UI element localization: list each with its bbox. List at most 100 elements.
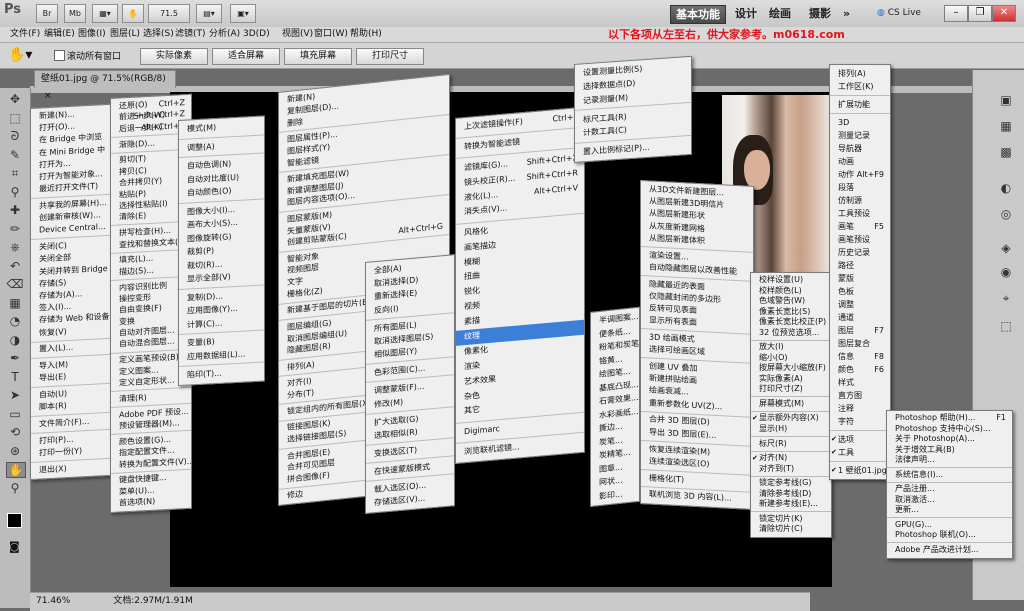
scroll-all-checkbox[interactable] [54,50,65,61]
marquee-icon[interactable]: ⬚ [6,111,24,125]
window-menu-item[interactable]: 信息 F8 [830,350,890,363]
view-menu-item[interactable]: 色域警告(W) [751,296,831,307]
view-menu-item[interactable]: 新建参考线(E)... [751,499,831,510]
window-menu-item[interactable]: 扩展功能 [830,98,890,111]
window-menu-item[interactable]: 画笔 F5 [830,220,890,233]
workspace-painting[interactable]: 绘画 [764,5,796,22]
stamp-icon[interactable]: ⎈ [6,240,24,254]
menu-file[interactable]: 文件(F) [6,27,44,42]
blur-icon[interactable]: ◔ [6,314,24,328]
window-menu-item[interactable]: 注释 [830,402,890,415]
window-menu-item[interactable]: 调整 [830,298,890,311]
workspace-design[interactable]: 设计 [730,5,762,22]
window-menu-item[interactable]: 路径 [830,259,890,272]
menu-3d[interactable]: 3D(D) [239,27,274,42]
paths-panel-icon[interactable]: ⌖ [998,290,1014,306]
print-size-button[interactable]: 打印尺寸 [356,48,424,65]
type-icon[interactable]: T [6,370,24,384]
3d-orbit-icon[interactable]: ⊛ [6,444,24,458]
bridge-button[interactable]: Br [36,4,58,23]
channels-panel-icon[interactable]: ◉ [998,264,1014,280]
adjustments-panel-icon[interactable]: ◐ [998,180,1014,196]
view-menu-item[interactable]: 校样设置(U) [751,275,831,286]
window-menu-item[interactable]: 3D [830,116,890,129]
arrange-documents-button[interactable]: ▤▾ [196,4,222,23]
view-menu-item[interactable]: 屏幕模式(M) [751,399,831,410]
3d-rotate-icon[interactable]: ⟲ [6,425,24,439]
more-workspaces-button[interactable]: » [838,5,855,22]
quick-mask-icon[interactable]: ◙ [9,540,20,553]
zoom-icon[interactable]: ⚲ [6,481,24,495]
hand-tool-preset-icon[interactable]: ✋▾ [8,47,32,63]
menu-edit[interactable]: 编辑(E) [40,27,79,42]
eraser-icon[interactable]: ⌫ [6,277,24,291]
lasso-icon[interactable]: ᘐ [6,129,24,143]
zoom-level-field[interactable]: 71.5 [148,4,190,23]
window-menu-item[interactable]: 画笔预设 [830,233,890,246]
help-menu-item[interactable]: 关于增效工具(B) [887,445,1012,456]
actual-pixels-button[interactable]: 实际像素 [140,48,208,65]
masks-panel-icon[interactable]: ◎ [998,206,1014,222]
view-menu-item[interactable]: 像素长宽比(S) [751,307,831,318]
window-menu-item[interactable]: 工作区(K) [830,80,890,93]
fill-screen-button[interactable]: 填充屏幕 [284,48,352,65]
close-button[interactable]: ✕ [992,5,1016,22]
image-menu-item[interactable]: 陷印(T)... [179,365,264,383]
help-menu-item[interactable]: Photoshop 帮助(H)... F1 [887,413,1012,424]
workspace-essentials[interactable]: 基本功能 [670,5,726,24]
file-menu-item[interactable]: 退出(X) [31,460,119,477]
help-menu-item[interactable]: 法律声明... [887,455,1012,466]
view-menu-item[interactable]: 放大(I) [751,342,831,353]
hand-tool-button[interactable]: ✋ [122,4,144,23]
move-icon[interactable]: ✥ [6,92,24,106]
window-menu-item[interactable]: 测量记录 [830,129,890,142]
window-menu-item[interactable]: 动画 [830,155,890,168]
swatches-panel-icon[interactable]: ▦ [998,118,1014,134]
crop-icon[interactable]: ⌗ [6,166,24,180]
minimize-button[interactable]: – [944,5,968,22]
fit-screen-button[interactable]: 适合屏幕 [212,48,280,65]
view-menu-item[interactable]: 打印尺寸(Z) [751,384,831,395]
window-menu-item[interactable]: 直方图 [830,389,890,402]
tab-close-icon[interactable]: × [44,91,52,101]
restore-button[interactable]: ❐ [968,5,992,22]
help-menu-item[interactable]: Photoshop 支持中心(S)... [887,424,1012,435]
hand-icon[interactable]: ✋ [6,462,26,478]
window-menu-item[interactable]: 工具 [830,446,890,459]
pen-icon[interactable]: ✒ [6,351,24,365]
foreground-color-swatch[interactable] [7,513,22,528]
window-menu-item[interactable]: 蒙版 [830,272,890,285]
shape-icon[interactable]: ▭ [6,407,24,421]
window-menu-item[interactable]: 颜色 F6 [830,363,890,376]
help-menu-item[interactable]: 关于 Photoshop(A)... [887,434,1012,445]
gradient-icon[interactable]: ▦ [6,296,24,310]
view-menu-item[interactable]: 缩小(O) [751,353,831,364]
3d-panel-icon[interactable]: ⬚ [998,318,1014,334]
window-menu-item[interactable]: 通道 [830,311,890,324]
window-menu-item[interactable]: 样式 [830,376,890,389]
view-menu-item[interactable]: 锁定切片(K) [751,514,831,525]
zoom-readout[interactable]: 71.46% [36,596,70,606]
view-menu-item[interactable]: 清除切片(C) [751,524,831,535]
eyedropper-icon[interactable]: ⚲ [6,185,24,199]
help-menu-item[interactable]: 更新... [887,505,1012,516]
window-menu-item[interactable]: 1 壁纸01.jpg [830,464,890,477]
view-menu-item[interactable]: 像素长宽比校正(P) [751,317,831,328]
menu-filter[interactable]: 滤镜(T) [171,27,210,42]
brush-icon[interactable]: ✏ [6,222,24,236]
styles-panel-icon[interactable]: ▩ [998,144,1014,160]
help-menu-item[interactable]: 产品注册... [887,484,1012,495]
window-menu-item[interactable]: 选项 [830,433,890,446]
workspace-photography[interactable]: 摄影 [804,5,836,22]
view-menu-item[interactable]: 校样颜色(L) [751,286,831,297]
document-tab[interactable]: 壁纸01.jpg @ 71.5%(RGB/8) × [34,70,176,101]
view-menu-item[interactable]: 标尺(R) [751,439,831,450]
view-menu-item[interactable]: 清除参考线(D) [751,489,831,500]
window-menu-item[interactable]: 导航器 [830,142,890,155]
window-menu-item[interactable]: 图层复合 [830,337,890,350]
quick-select-icon[interactable]: ✎ [6,148,24,162]
screen-mode-button[interactable]: ▣▾ [230,4,256,23]
view-extras-button[interactable]: ▦▾ [92,4,118,23]
view-menu-item[interactable]: 锁定参考线(G) [751,478,831,489]
view-menu-item[interactable]: 显示(H) [751,424,831,435]
